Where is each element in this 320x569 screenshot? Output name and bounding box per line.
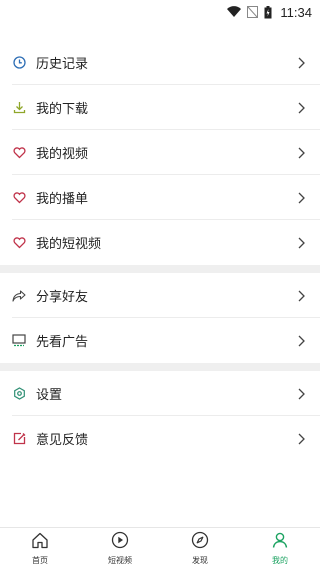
menu-item-settings[interactable]: 设置 xyxy=(0,371,320,416)
chevron-right-icon xyxy=(296,146,306,160)
menu-group-settings: 设置 意见反馈 xyxy=(0,371,320,461)
chevron-right-icon xyxy=(296,289,306,303)
menu-item-label: 先看广告 xyxy=(36,335,89,350)
menu-item-feedback[interactable]: 意见反馈 xyxy=(0,416,320,461)
status-time: 11:34 xyxy=(280,4,312,20)
heart-icon xyxy=(12,191,26,205)
play-circle-icon xyxy=(111,531,129,553)
menu-item-label: 分享好友 xyxy=(36,290,89,305)
nav-label: 发现 xyxy=(192,556,208,565)
menu-list: 历史记录 我的下载 我的视频 我的播单 我的短视频 分享好友 先看广告 设置 意… xyxy=(0,40,320,461)
settings-icon xyxy=(12,387,26,401)
menu-item-label: 历史记录 xyxy=(36,57,89,72)
chevron-right-icon xyxy=(296,334,306,348)
menu-item-my-short-videos[interactable]: 我的短视频 xyxy=(0,220,320,265)
menu-item-label: 意见反馈 xyxy=(36,433,89,448)
home-icon xyxy=(31,532,49,553)
chevron-right-icon xyxy=(296,236,306,250)
section-divider xyxy=(0,265,320,273)
chevron-right-icon xyxy=(296,56,306,70)
chevron-right-icon xyxy=(296,432,306,446)
chevron-right-icon xyxy=(296,191,306,205)
nav-tab-home[interactable]: 首页 xyxy=(0,528,80,569)
nav-label: 首页 xyxy=(32,555,48,565)
monitor-icon xyxy=(12,334,26,348)
menu-item-label: 我的下载 xyxy=(36,102,89,117)
compass-icon xyxy=(191,531,209,553)
menu-item-my-playlists[interactable]: 我的播单 xyxy=(0,175,320,220)
menu-item-history[interactable]: 历史记录 xyxy=(0,40,320,85)
menu-item-downloads[interactable]: 我的下载 xyxy=(0,85,320,130)
menu-group-library: 历史记录 我的下载 我的视频 我的播单 我的短视频 xyxy=(0,40,320,265)
battery-charging-icon xyxy=(264,5,272,19)
menu-item-watch-ad[interactable]: 先看广告 xyxy=(0,318,320,363)
chevron-right-icon xyxy=(296,101,306,115)
heart-icon xyxy=(12,236,26,250)
heart-icon xyxy=(12,146,26,160)
user-icon xyxy=(271,531,289,553)
share-icon xyxy=(12,289,26,303)
menu-item-share-friends[interactable]: 分享好友 xyxy=(0,273,320,318)
no-signal-icon xyxy=(247,6,259,18)
nav-tab-short-videos[interactable]: 短视频 xyxy=(80,528,160,569)
menu-item-label: 设置 xyxy=(36,388,63,403)
menu-item-label: 我的短视频 xyxy=(36,237,102,252)
menu-item-label: 我的视频 xyxy=(36,147,89,162)
feedback-icon xyxy=(12,432,26,446)
status-bar: 11:34 xyxy=(0,0,320,24)
nav-tab-mine[interactable]: 我的 xyxy=(240,528,320,569)
nav-label: 短视频 xyxy=(108,556,132,565)
chevron-right-icon xyxy=(296,387,306,401)
nav-tab-discover[interactable]: 发现 xyxy=(160,528,240,569)
history-icon xyxy=(12,56,26,70)
section-divider xyxy=(0,363,320,371)
menu-item-label: 我的播单 xyxy=(36,192,89,207)
nav-label: 我的 xyxy=(272,556,288,565)
bottom-nav: 首页 短视频 发现 我的 xyxy=(0,527,320,569)
menu-group-share: 分享好友 先看广告 xyxy=(0,273,320,363)
menu-item-my-videos[interactable]: 我的视频 xyxy=(0,130,320,175)
wifi-icon xyxy=(227,6,242,18)
download-icon xyxy=(12,101,26,115)
